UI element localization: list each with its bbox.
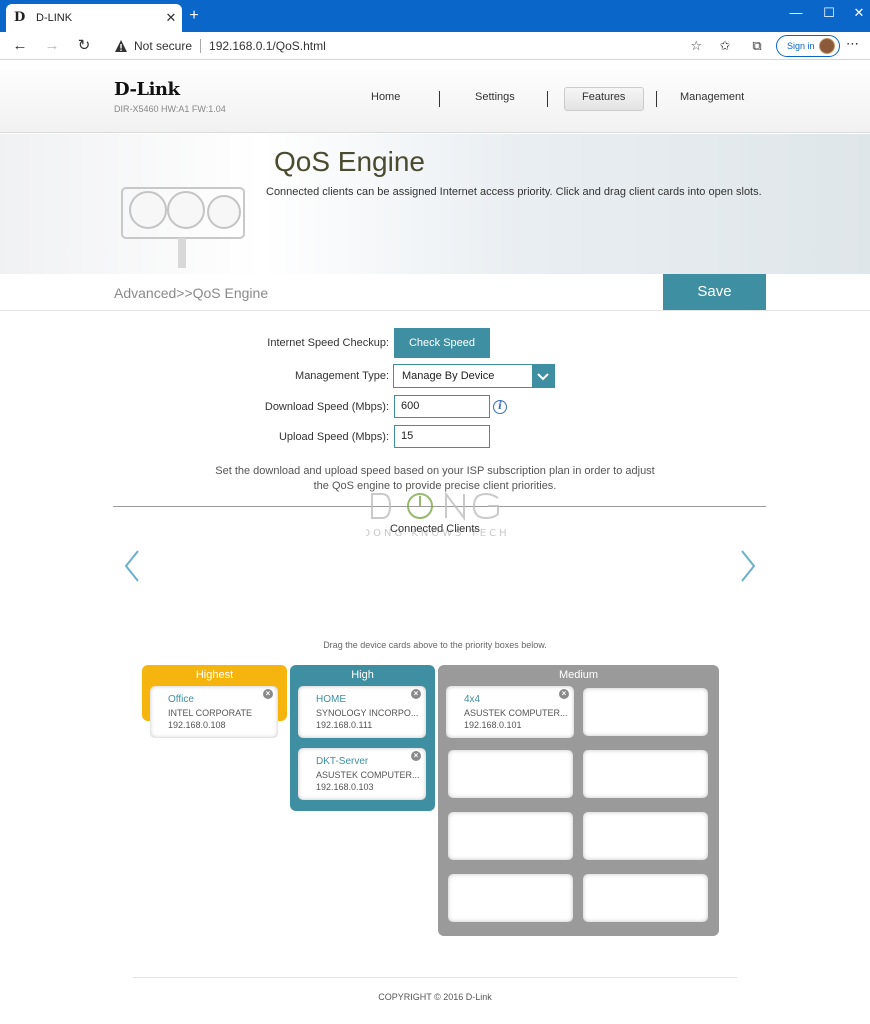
upload-speed-label: Upload Speed (Mbps):: [278, 431, 389, 443]
card-vendor: INTEL CORPORATE: [168, 708, 253, 718]
window-close-icon[interactable]: ✕: [842, 0, 870, 32]
qos-illustration-icon: [121, 187, 245, 268]
management-type-value: Manage By Device: [402, 370, 495, 382]
warning-triangle-icon: [115, 40, 127, 52]
menu-divider: [547, 91, 548, 107]
not-secure-label: Not secure: [134, 39, 193, 53]
card-name: Office: [168, 694, 194, 705]
url-separator: [200, 39, 202, 53]
model-info: DIR-X5460 HW:A1 FW:1.04: [114, 104, 226, 114]
footer-divider: [133, 977, 737, 978]
page-banner: QoS Engine Connected clients can be assi…: [0, 134, 870, 274]
card-vendor: ASUSTEK COMPUTER...: [316, 770, 420, 780]
collections-icon[interactable]: ⧉: [748, 38, 766, 54]
empty-slot[interactable]: [583, 874, 708, 922]
router-header: D-Link DIR-X5460 HW:A1 FW:1.04 Home Sett…: [0, 61, 870, 133]
save-button[interactable]: Save: [663, 274, 766, 310]
management-type-select[interactable]: Manage By Device: [393, 364, 555, 388]
favorites-icon[interactable]: ✩: [716, 38, 734, 54]
empty-slot[interactable]: [583, 812, 708, 860]
browser-titlebar: D D-LINK ✕ + — ☐ ✕: [0, 0, 870, 32]
browser-tab[interactable]: D D-LINK ✕: [6, 4, 182, 32]
speed-checkup-label: Internet Speed Checkup:: [267, 337, 389, 349]
upload-speed-input[interactable]: 15: [394, 425, 490, 448]
minimize-icon[interactable]: —: [779, 0, 813, 32]
card-close-icon[interactable]: ×: [263, 689, 273, 699]
client-card[interactable]: HOME SYNOLOGY INCORPO... 192.168.0.111 ×: [298, 686, 426, 738]
empty-slot[interactable]: [583, 688, 708, 736]
priority-box-high[interactable]: High HOME SYNOLOGY INCORPO... 192.168.0.…: [290, 665, 435, 811]
empty-slot[interactable]: [583, 750, 708, 798]
check-speed-button[interactable]: Check Speed: [394, 328, 490, 358]
refresh-icon[interactable]: ↻: [74, 36, 94, 56]
client-card[interactable]: Office INTEL CORPORATE 192.168.0.108 ×: [150, 686, 278, 738]
card-name: 4x4: [464, 694, 481, 705]
avatar: [818, 38, 835, 54]
card-vendor: SYNOLOGY INCORPO...: [316, 708, 419, 718]
chevron-down-icon: [532, 365, 554, 387]
card-ip: 192.168.0.111: [316, 720, 373, 730]
star-add-icon[interactable]: ☆: [690, 38, 702, 54]
priority-title-highest: Highest: [195, 669, 234, 681]
menu-divider: [439, 91, 440, 107]
menu-item-features[interactable]: Features: [582, 91, 625, 103]
breadcrumb: Advanced>>QoS Engine: [114, 285, 269, 301]
priority-box-medium[interactable]: Medium 4x4 ASUSTEK COMPUTER... 192.168.0…: [438, 665, 719, 936]
drag-hint: Drag the device cards above to the prior…: [323, 640, 547, 650]
card-ip: 192.168.0.103: [316, 782, 374, 792]
page-description: Connected clients can be assigned Intern…: [266, 186, 762, 198]
priority-box-highest[interactable]: Highest Office INTEL CORPORATE 192.168.0…: [142, 665, 287, 738]
download-speed-label: Download Speed (Mbps):: [264, 401, 389, 413]
card-ip: 192.168.0.101: [464, 720, 522, 730]
speed-note-line: Set the download and upload speed based …: [215, 465, 655, 477]
empty-slot[interactable]: [448, 750, 573, 798]
menu-item-management[interactable]: Management: [680, 91, 744, 103]
card-close-icon[interactable]: ×: [411, 751, 421, 761]
card-ip: 192.168.0.108: [168, 720, 226, 730]
dlink-favicon-icon: D: [14, 10, 26, 25]
tab-close-icon[interactable]: ✕: [160, 10, 182, 26]
page-title: QoS Engine: [274, 146, 425, 177]
card-name: DKT-Server: [316, 756, 369, 767]
address-bar: ← → ↻ Not secure 192.168.0.1/QoS.html ☆ …: [0, 32, 870, 60]
chevron-left-icon[interactable]: [122, 548, 142, 584]
download-speed-input[interactable]: 600: [394, 395, 490, 418]
card-close-icon[interactable]: ×: [411, 689, 421, 699]
url-field[interactable]: Not secure 192.168.0.1/QoS.html ☆: [106, 34, 710, 58]
more-dots-icon[interactable]: ⋯: [846, 36, 859, 52]
card-close-icon[interactable]: ×: [559, 689, 569, 699]
menu-item-home[interactable]: Home: [371, 91, 400, 103]
sign-in-button[interactable]: Sign in: [776, 35, 840, 57]
breadcrumb-row: Advanced>>QoS Engine Save: [0, 274, 870, 311]
priority-title-medium: Medium: [558, 669, 599, 681]
empty-slot[interactable]: [448, 812, 573, 860]
menu-divider: [656, 91, 657, 107]
client-card[interactable]: DKT-Server ASUSTEK COMPUTER... 192.168.0…: [298, 748, 426, 800]
priority-title-high: High: [351, 669, 374, 681]
menu-item-settings[interactable]: Settings: [475, 91, 515, 103]
new-tab-button[interactable]: +: [186, 6, 202, 26]
url-text: 192.168.0.1/QoS.html: [209, 39, 326, 53]
management-type-label: Management Type:: [295, 370, 389, 382]
maximize-icon[interactable]: ☐: [812, 0, 846, 32]
chevron-right-icon[interactable]: [738, 548, 758, 584]
dlink-logo: D-Link: [114, 79, 180, 100]
connected-clients-label: Connected Clients: [390, 523, 480, 535]
client-card[interactable]: 4x4 ASUSTEK COMPUTER... 192.168.0.101 ×: [446, 686, 574, 738]
empty-slot[interactable]: [448, 874, 573, 922]
card-vendor: ASUSTEK COMPUTER...: [464, 708, 568, 718]
sign-in-label: Sign in: [787, 41, 815, 51]
info-icon[interactable]: i: [493, 400, 507, 414]
back-arrow-icon[interactable]: ←: [10, 36, 30, 56]
tab-title: D-LINK: [36, 12, 73, 24]
copyright: COPYRIGHT © 2016 D-Link: [378, 992, 492, 1002]
forward-arrow-icon[interactable]: →: [42, 36, 62, 56]
card-name: HOME: [316, 694, 346, 705]
